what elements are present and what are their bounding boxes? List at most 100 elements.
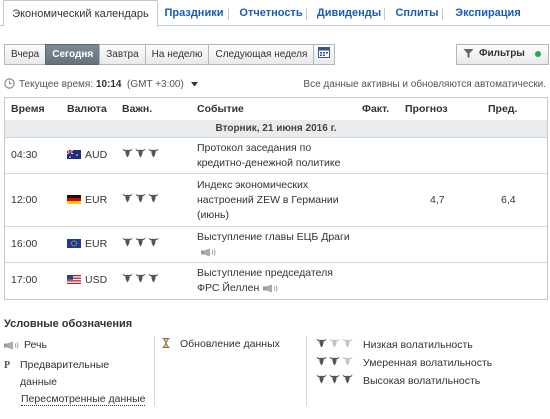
filters-button[interactable]: Фильтры <box>456 44 549 65</box>
event-forecast: 4,7 <box>430 194 445 206</box>
event-time: 17:00 <box>11 274 38 286</box>
importance-high <box>122 273 161 286</box>
importance-medium <box>316 356 355 369</box>
event-title[interactable]: Протокол заседания по кредитно-денежной п… <box>197 141 340 171</box>
speech-icon <box>263 283 279 298</box>
legend-speech: Речь <box>4 339 47 353</box>
speech-icon <box>201 247 217 262</box>
currency-code: AUD <box>85 149 108 161</box>
tab-label: Дивиденды <box>316 7 382 19</box>
bull-icon <box>135 193 146 203</box>
col-time: Время <box>11 103 45 115</box>
economic-calendar-table: Время Валюта Важн. Событие Факт. Прогноз… <box>4 97 548 300</box>
bull-icon <box>329 338 340 348</box>
currency-code: EUR <box>85 194 108 206</box>
tab-label: Экономический календарь <box>12 8 149 20</box>
tab-holidays[interactable]: Праздники <box>160 0 229 26</box>
table-row[interactable]: 04:30 AUD Протокол заседания по кредитно-… <box>5 138 547 174</box>
table-row[interactable]: 16:00 EUR Выступление главы ЕЦБ Драги <box>5 227 547 263</box>
today-button[interactable]: Сегодня <box>45 44 101 65</box>
bull-icon <box>148 237 159 247</box>
legend-low-volatility: Низкая волатильность <box>316 338 473 351</box>
bull-icon <box>329 356 340 366</box>
event-title[interactable]: Индекс экономических настроений ZEW в Гер… <box>197 178 339 223</box>
bull-icon <box>135 273 146 283</box>
tab-splits[interactable]: Сплиты <box>392 0 443 26</box>
au-flag-icon <box>67 150 81 159</box>
speech-icon <box>4 341 20 353</box>
event-currency: EUR <box>67 194 107 206</box>
bull-icon <box>342 356 353 366</box>
tab-expiration[interactable]: Экспирация <box>452 0 524 26</box>
auto-update-note: Все данные активны и обновляются автомат… <box>303 79 546 90</box>
bull-icon <box>148 148 159 158</box>
next-week-button[interactable]: Следующая неделя <box>208 44 315 65</box>
tab-earnings[interactable]: Отчетность <box>236 0 307 26</box>
clock-icon <box>4 78 15 89</box>
event-time: 04:30 <box>11 149 38 161</box>
event-time: 12:00 <box>11 194 38 206</box>
tab-label: Отчетность <box>239 7 303 19</box>
event-title[interactable]: Выступление председателя ФРС Йеллен <box>197 266 333 298</box>
bull-icon <box>316 338 327 348</box>
legend-divider <box>154 336 155 406</box>
current-time-bar: Текущее время: 10:14 (GMT +3:00) Все дан… <box>4 77 546 93</box>
bull-icon <box>316 374 327 384</box>
legend-update: Обновление данных <box>162 338 280 350</box>
bull-icon <box>148 193 159 203</box>
tab-label: Экспирация <box>455 7 521 19</box>
table-row[interactable]: 17:00 USD Выступление председателя ФРС Йе… <box>5 263 547 298</box>
timezone-selector[interactable]: (GMT +3:00) <box>127 79 198 90</box>
importance-high <box>122 148 161 161</box>
event-previous: 6,4 <box>501 194 516 206</box>
event-time: 16:00 <box>11 238 38 250</box>
chevron-down-icon <box>190 82 198 87</box>
eu-flag-icon <box>67 239 81 248</box>
col-importance: Важн. <box>122 103 153 115</box>
de-flag-icon <box>67 195 81 204</box>
currency-code: EUR <box>85 238 108 250</box>
hourglass-icon <box>162 338 170 348</box>
filters-status-dot <box>535 51 541 57</box>
col-previous: Пред. <box>488 103 518 115</box>
col-currency: Валюта <box>67 103 107 115</box>
legend-title: Условные обозначения <box>4 318 133 330</box>
calendar-picker-button[interactable] <box>313 44 336 65</box>
bull-icon <box>316 356 327 366</box>
bull-icon <box>329 374 340 384</box>
bull-icon <box>148 273 159 283</box>
bull-icon <box>122 148 133 158</box>
event-title[interactable]: Выступление главы ЕЦБ Драги <box>197 230 350 262</box>
col-event: Событие <box>197 103 244 115</box>
date-row: Вторник, 21 июня 2016 г. <box>5 120 547 138</box>
tab-dividends[interactable]: Дивиденды <box>314 0 385 26</box>
event-currency: USD <box>67 274 107 286</box>
legend-revised: Пересмотренные данные <box>21 393 146 406</box>
legend-preliminary: P Предварительные данные <box>4 359 110 388</box>
this-week-button[interactable]: На неделю <box>144 44 210 65</box>
legend-divider <box>306 336 307 406</box>
importance-low <box>316 338 355 351</box>
filters-label: Фильтры <box>479 48 525 59</box>
bull-icon <box>122 193 133 203</box>
current-time-value: 10:14 <box>95 79 122 90</box>
col-actual: Факт. <box>362 103 390 115</box>
currency-code: USD <box>85 274 108 286</box>
bull-icon <box>342 374 353 384</box>
bull-icon <box>122 237 133 247</box>
table-row[interactable]: 12:00 EUR Индекс экономических настроений… <box>5 174 547 227</box>
importance-high <box>122 237 161 250</box>
tab-label: Сплиты <box>395 7 439 19</box>
yesterday-button[interactable]: Вчера <box>4 44 47 65</box>
importance-high <box>122 193 161 206</box>
calendar-tabs: Экономический календарь Праздники Отчетн… <box>0 0 550 27</box>
legend-high-volatility: Высокая волатильность <box>316 374 480 387</box>
tab-label: Праздники <box>164 7 224 19</box>
tab-economic-calendar[interactable]: Экономический календарь <box>3 0 158 27</box>
current-time-label: Текущее время: 10:14 (GMT +3:00) <box>19 79 198 90</box>
filter-icon <box>463 49 474 58</box>
tomorrow-button[interactable]: Завтра <box>99 44 146 65</box>
bull-icon <box>135 148 146 158</box>
bull-icon <box>122 273 133 283</box>
event-currency: EUR <box>67 238 107 250</box>
